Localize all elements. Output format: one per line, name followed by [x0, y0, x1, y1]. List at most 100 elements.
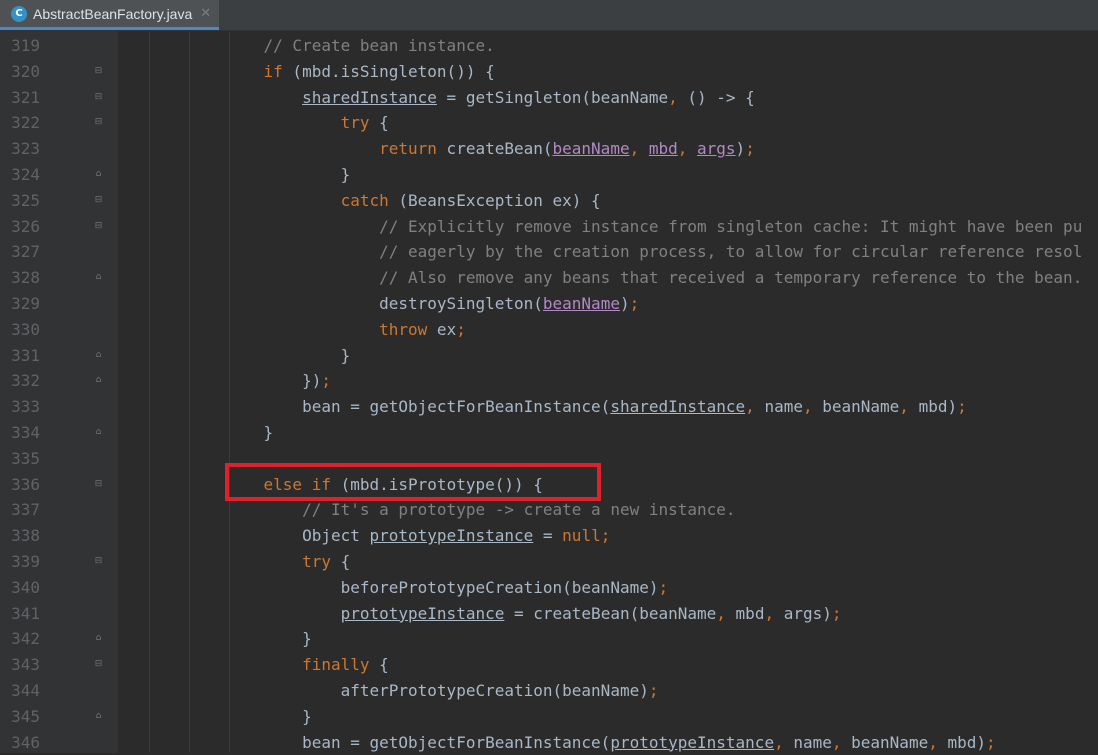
code-token: name — [793, 732, 832, 752]
code-line[interactable]: 343 ⊟ finally { — [0, 652, 1098, 678]
code-line[interactable]: 344 afterPrototypeCreation(beanName); — [0, 678, 1098, 704]
code-editor[interactable]: 319 // Create bean instance. 320 ⊟ if (mbd… — [0, 31, 1098, 753]
code-token: = — [533, 526, 563, 546]
code-token: }) — [225, 371, 322, 391]
code-line[interactable]: 340 beforePrototypeCreation(beanName); — [0, 575, 1098, 601]
line-number: 327 — [11, 242, 40, 262]
code-text: if (mbd.isSingleton()) { — [225, 59, 495, 85]
code-token: bean = getObjectForBeanInstance( — [225, 397, 611, 417]
fold-open-icon[interactable]: ⊟ — [94, 556, 103, 567]
fold-close-icon[interactable]: ⌂ — [94, 711, 103, 722]
code-line[interactable]: 346 bean = getObjectForBeanInstance(prot… — [0, 730, 1098, 755]
code-line[interactable]: 322 ⊟ try { — [0, 110, 1098, 136]
code-token: ex — [427, 319, 457, 339]
code-text: // Also remove any beans that received a… — [225, 265, 1082, 291]
code-token: throw — [379, 319, 428, 339]
line-number: 330 — [11, 319, 40, 339]
code-token: , — [677, 139, 698, 159]
code-line[interactable]: 319 // Create bean instance. — [0, 33, 1098, 59]
fold-open-icon[interactable]: ⊟ — [94, 221, 103, 232]
code-line[interactable]: 338 Object prototypeInstance = null; — [0, 523, 1098, 549]
code-text: try { — [225, 110, 389, 136]
code-token: ; — [658, 577, 669, 597]
code-line[interactable]: 326 ⊟ // Explicitly remove instance from … — [0, 214, 1098, 240]
code-line[interactable]: 328 ⌂ // Also remove any beans that recei… — [0, 265, 1098, 291]
code-token: if — [263, 61, 283, 81]
line-number: 333 — [11, 397, 40, 417]
code-line[interactable]: 324 ⌂ } — [0, 162, 1098, 188]
line-number: 325 — [11, 190, 40, 210]
code-text: afterPrototypeCreation(beanName); — [225, 678, 659, 704]
code-token: Object — [225, 526, 370, 546]
code-token: , — [774, 732, 794, 752]
code-line[interactable]: 341 prototypeInstance = createBean(beanN… — [0, 601, 1098, 627]
code-line[interactable]: 321 ⊟ sharedInstance = getSingleton(beanN… — [0, 85, 1098, 111]
code-text: }); — [225, 368, 331, 394]
code-token: sharedInstance — [610, 397, 746, 417]
code-token: { — [369, 113, 389, 133]
code-token: args — [697, 139, 736, 159]
code-token: ; — [986, 732, 996, 752]
code-line[interactable]: 342 ⌂ } — [0, 626, 1098, 652]
line-number: 329 — [11, 294, 40, 313]
fold-open-icon[interactable]: ⊟ — [94, 195, 103, 206]
fold-close-icon[interactable]: ⌂ — [94, 169, 103, 180]
code-token: beforePrototypeCreation(beanName) — [225, 577, 659, 597]
fold-close-icon[interactable]: ⌂ — [94, 272, 103, 283]
code-token: , — [802, 397, 823, 417]
code-line[interactable]: 332 ⌂ }); — [0, 368, 1098, 394]
code-token: beanName — [822, 397, 900, 417]
line-number: 339 — [11, 552, 40, 571]
fold-close-icon[interactable]: ⌂ — [94, 427, 103, 438]
close-tab-icon[interactable]: ✕ — [200, 6, 211, 21]
fold-open-icon[interactable]: ⊟ — [94, 479, 103, 490]
code-token: // Explicitly remove instance from singl… — [225, 216, 1083, 236]
code-text: } — [225, 420, 274, 446]
code-token: mbd) — [947, 732, 986, 752]
code-line[interactable]: 333 bean = getObjectForBeanInstance(shar… — [0, 394, 1098, 420]
code-line[interactable]: 345 ⌂ } — [0, 704, 1098, 730]
code-text: } — [225, 162, 351, 188]
code-text: // eagerly by the creation process, to a… — [225, 239, 1082, 265]
code-line[interactable]: 331 ⌂ } — [0, 343, 1098, 369]
code-token: } — [225, 423, 274, 442]
code-token: return — [379, 139, 437, 159]
code-line[interactable]: 320 ⊟ if (mbd.isSingleton()) { — [0, 59, 1098, 85]
code-line[interactable]: 334 ⌂ } — [0, 420, 1098, 446]
file-tab[interactable]: C AbstractBeanFactory.java ✕ — [0, 0, 219, 30]
code-token: ; — [629, 294, 640, 313]
code-line[interactable]: 325 ⊟ catch (BeansException ex) { — [0, 188, 1098, 214]
fold-close-icon[interactable]: ⌂ — [94, 350, 103, 361]
code-text: } — [225, 343, 351, 369]
code-line[interactable]: 339 ⊟ try { — [0, 549, 1098, 575]
line-number: 332 — [11, 371, 40, 391]
fold-close-icon[interactable]: ⌂ — [94, 633, 103, 644]
line-number: 337 — [11, 500, 40, 520]
line-number: 320 — [11, 61, 40, 81]
code-token: } — [225, 629, 312, 649]
code-token: ; — [957, 397, 967, 417]
fold-open-icon[interactable]: ⊟ — [94, 92, 103, 103]
fold-close-icon[interactable]: ⌂ — [94, 375, 103, 386]
code-token: bean = getObjectForBeanInstance( — [225, 732, 611, 752]
line-number: 331 — [11, 345, 40, 365]
code-token: ; — [321, 371, 331, 391]
fold-open-icon[interactable]: ⊟ — [94, 659, 103, 670]
code-token: , — [716, 603, 736, 623]
code-line[interactable]: 337 // It's a prototype -> create a new … — [0, 497, 1098, 523]
fold-open-icon[interactable]: ⊟ — [94, 117, 103, 128]
fold-open-icon[interactable]: ⊟ — [94, 66, 103, 77]
code-line[interactable]: 330 throw ex; — [0, 317, 1098, 343]
code-token: prototypeInstance — [369, 526, 534, 546]
code-token: ; — [456, 319, 466, 339]
code-token: , — [745, 397, 765, 417]
code-line[interactable]: 327 // eagerly by the creation process, … — [0, 239, 1098, 265]
code-line[interactable]: 329 destroySingleton(beanName); — [0, 291, 1098, 317]
code-line[interactable]: 323 return createBean(beanName, mbd, arg… — [0, 136, 1098, 162]
line-number: 345 — [11, 706, 40, 726]
code-token: , — [928, 732, 948, 752]
